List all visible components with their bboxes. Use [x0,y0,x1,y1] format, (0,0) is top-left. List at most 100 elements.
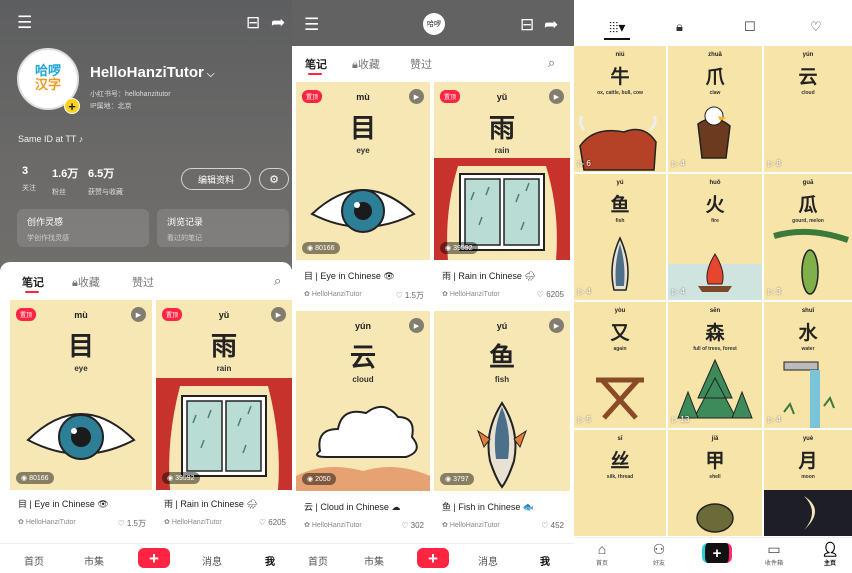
gloss-label: full of trees, forest [693,346,737,352]
gloss-label: gourd, melon [792,218,824,224]
video-tile-claw[interactable]: zhuǎ 爪 claw ▷ 4 [668,46,762,172]
play-count: ▷ 5 [578,415,591,424]
like-button[interactable]: ♡ 1.5万 [395,290,424,301]
author-name[interactable]: HelloHanziTutor [450,522,500,529]
mini-avatar[interactable]: 哈啰 [423,13,445,35]
chevron-down-icon: ⌵ [206,69,215,80]
gloss-label: again [613,346,627,352]
share-icon[interactable]: ➦ [271,14,285,31]
note-card-eye[interactable]: 置顶 ▶ mù 目 eye ◉ 80166 目 | Eye in Chinese… [296,82,430,306]
note-card-rain[interactable]: 置顶 ▶ yǔ 雨 rain ◉ 39592 雨 | Rain in Chine… [156,300,292,538]
stat-following[interactable]: 3 关注 [22,165,36,193]
nav-home[interactable]: 首页 [24,553,44,568]
like-button[interactable]: ♡ 6205 [537,290,564,299]
history-card[interactable]: 浏览记录 看过的笔记 [157,209,289,247]
create-button[interactable]: + [702,543,732,563]
pinyin-label: yú [616,180,624,186]
note-card-fish[interactable]: ▶ yú 鱼 fish ◉ 3797 鱼 | Fish in Chinese 🐟… [434,311,570,537]
like-count: 1.5万 [404,291,424,300]
video-tile-fish[interactable]: yú 鱼 fish ▷ 4 [574,174,666,300]
tab-collect[interactable]: 🔒︎收藏 [352,56,380,72]
video-tile-again[interactable]: yòu 又 again ▷ 5 [574,302,666,428]
like-button[interactable]: ♡ 302 [401,521,424,530]
tab-collect[interactable]: 🔒︎收藏 [72,274,100,290]
video-tile-moon[interactable]: yuè 月 moon [764,430,852,536]
author-name[interactable]: HelloHanziTutor [312,522,362,529]
publish-button[interactable]: + [417,548,449,568]
note-title-text: 目 | Eye in Chinese [304,271,381,281]
stat-followers[interactable]: 1.6万 粉丝 [52,165,78,197]
nav-market[interactable]: 市集 [364,553,384,568]
stat-likes-collects[interactable]: 6.5万 获赞与收藏 [88,165,123,197]
note-meta: ✿ HelloHanziTutor ♡ 302 [304,521,424,530]
pinyin-label: sī [617,436,623,442]
hanzi-label: 火 [705,194,725,216]
author-name[interactable]: HelloHanziTutor [450,291,500,298]
nav-me[interactable]: 我 [265,553,275,568]
settings-button[interactable]: ⚙ [259,168,289,190]
note-title[interactable]: 鱼 | Fish in Chinese 🐟 [442,500,534,513]
search-icon[interactable]: ⌕ [274,274,281,287]
tab-notes[interactable]: 笔记 [22,274,44,290]
video-tile-full-of-trees[interactable]: sēn 森 full of trees, forest ▷ 13 [668,302,762,428]
video-tile-water[interactable]: shuǐ 水 water ▷ 4 [764,302,852,428]
note-title[interactable]: 云 | Cloud in Chinese ☁ [304,500,400,513]
like-button[interactable]: ♡ 452 [541,521,564,530]
video-tile-gourd[interactable]: guā 瓜 gourd, melon ▷ 3 [764,174,852,300]
nav-market[interactable]: 市集 [84,553,104,568]
publish-button[interactable]: + [138,548,170,568]
nav-profile[interactable]: 👤︎ 主页 [810,541,850,567]
nav-home[interactable]: 首页 [308,553,328,568]
username[interactable]: HelloHanziTutor ⌵ [90,64,214,81]
author-name[interactable]: HelloHanziTutor [312,291,362,298]
gloss-label: ox, cattle, bull, cow [597,90,643,96]
author-name[interactable]: HelloHanziTutor [172,519,222,526]
video-tile-ox[interactable]: niú 牛 ox, cattle, bull, cow ▷ 6 [574,46,666,172]
nav-home[interactable]: ⌂ 首页 [582,541,622,567]
add-avatar-icon[interactable]: + [64,98,80,114]
tab-liked[interactable]: 赞过 [132,274,154,290]
note-title[interactable]: 雨 | Rain in Chinese 🌧 [442,269,536,282]
cloud-icon: ☁ [391,502,401,512]
lock-icon[interactable]: 🔒︎ [676,20,683,33]
note-title[interactable]: 目 | Eye in Chinese 👁 [18,497,109,510]
card-title: 浏览记录 [167,217,204,227]
video-tile-silk[interactable]: sī 丝 silk, thread [574,430,666,536]
video-tile-cloud[interactable]: yún 云 cloud ▷ 8 [764,46,852,172]
nav-inbox[interactable]: ▭ 收件箱 [754,541,794,567]
like-button[interactable]: ♡ 1.5万 [117,518,146,529]
search-icon[interactable]: ⌕ [548,56,555,69]
play-count: ▷ 4 [672,159,685,168]
note-title[interactable]: 雨 | Rain in Chinese 🌧 [164,497,258,510]
grid-view-icon[interactable]: ⦙⦙⦙▾ [609,20,625,34]
nav-messages[interactable]: 消息 [202,553,222,568]
note-card-cloud[interactable]: ▶ yún 云 cloud ◉ 2050 云 | Cloud in Chines… [296,311,430,537]
video-tile-shell[interactable]: jiǎ 甲 shell [668,430,762,536]
author-name[interactable]: HelloHanziTutor [26,519,76,526]
inspiration-card[interactable]: 创作灵感 学创作找灵感 [17,209,149,247]
note-thumbnail: 置顶 ▶ mù 目 eye ◉ 80166 [296,82,430,260]
menu-icon[interactable]: ☰ [17,14,32,31]
note-card-eye[interactable]: 置顶 ▶ mù 目 eye ◉ 80166 目 | Eye in Chinese… [10,300,152,538]
tab-liked[interactable]: 赞过 [410,56,432,72]
play-count: ▷ 3 [768,287,781,296]
note-title-text: 雨 | Rain in Chinese [442,271,522,281]
edit-profile-button[interactable]: 编辑资料 [181,168,251,190]
nav-friends[interactable]: ⚇ 好友 [639,541,679,567]
nav-me[interactable]: 我 [540,553,550,568]
scan-icon[interactable]: ⊟ [520,16,534,33]
like-button[interactable]: ♡ 6205 [259,518,286,527]
author-avatar-icon: ✿ [442,522,448,529]
tab-underline [308,73,322,75]
window-illustration [434,158,570,260]
note-card-rain[interactable]: 置顶 ▶ yǔ 雨 rain ◉ 39592 雨 | Rain in Chine… [434,82,570,306]
share-icon[interactable]: ➦ [544,16,558,33]
menu-icon[interactable]: ☰ [304,16,319,33]
note-title[interactable]: 目 | Eye in Chinese 👁 [304,269,395,282]
nav-messages[interactable]: 消息 [478,553,498,568]
tagged-icon[interactable]: ☐ [744,20,756,33]
tab-notes[interactable]: 笔记 [305,56,327,72]
liked-videos-icon[interactable]: ♡ [810,20,822,33]
video-tile-fire[interactable]: huǒ 火 fire ▷ 4 [668,174,762,300]
scan-icon[interactable]: ⊟ [246,14,260,31]
